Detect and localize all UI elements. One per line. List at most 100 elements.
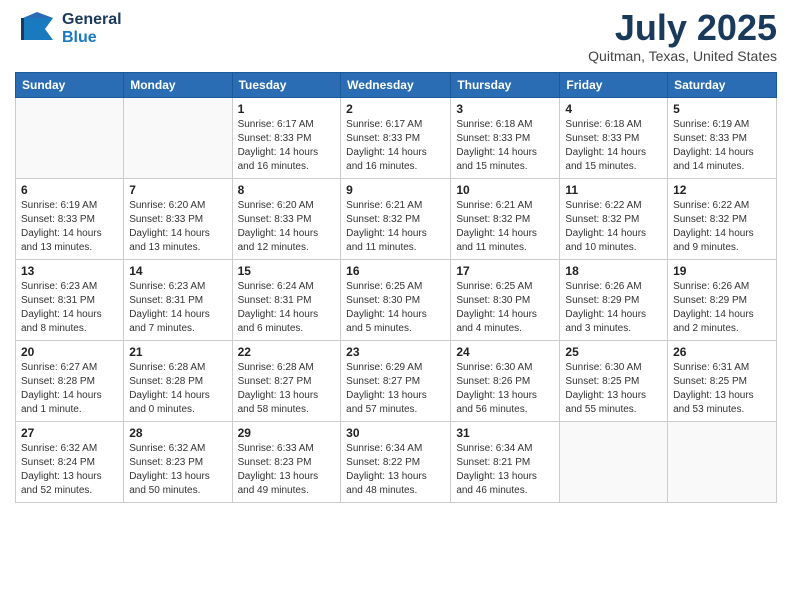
col-wednesday: Wednesday	[341, 73, 451, 98]
day-number: 18	[565, 264, 662, 278]
calendar-cell: 13 Sunrise: 6:23 AM Sunset: 8:31 PM Dayli…	[16, 260, 124, 341]
calendar-cell: 12 Sunrise: 6:22 AM Sunset: 8:32 PM Dayli…	[668, 179, 777, 260]
cell-info: Sunrise: 6:17 AM Sunset: 8:33 PM Dayligh…	[346, 118, 445, 174]
calendar-week-row: 13 Sunrise: 6:23 AM Sunset: 8:31 PM Dayli…	[16, 260, 777, 341]
calendar-cell	[560, 422, 668, 503]
cell-info: Sunrise: 6:26 AM Sunset: 8:29 PM Dayligh…	[673, 280, 771, 336]
cell-info: Sunrise: 6:29 AM Sunset: 8:27 PM Dayligh…	[346, 361, 445, 417]
col-sunday: Sunday	[16, 73, 124, 98]
cell-info: Sunrise: 6:20 AM Sunset: 8:33 PM Dayligh…	[238, 199, 336, 255]
logo-blue-text: Blue	[62, 29, 122, 47]
cell-info: Sunrise: 6:20 AM Sunset: 8:33 PM Dayligh…	[129, 199, 226, 255]
cell-info: Sunrise: 6:25 AM Sunset: 8:30 PM Dayligh…	[456, 280, 554, 336]
col-tuesday: Tuesday	[232, 73, 341, 98]
calendar-cell: 31 Sunrise: 6:34 AM Sunset: 8:21 PM Dayli…	[451, 422, 560, 503]
day-number: 25	[565, 345, 662, 359]
day-number: 24	[456, 345, 554, 359]
cell-info: Sunrise: 6:23 AM Sunset: 8:31 PM Dayligh…	[21, 280, 118, 336]
day-number: 4	[565, 102, 662, 116]
day-number: 3	[456, 102, 554, 116]
day-number: 29	[238, 426, 336, 440]
calendar-week-row: 6Sunrise: 6:19 AM Sunset: 8:33 PM Daylig…	[16, 179, 777, 260]
col-saturday: Saturday	[668, 73, 777, 98]
calendar-cell: 21Sunrise: 6:28 AM Sunset: 8:28 PM Dayli…	[124, 341, 232, 422]
day-number: 20	[21, 345, 118, 359]
calendar-week-row: 1 Sunrise: 6:17 AM Sunset: 8:33 PM Daylig…	[16, 98, 777, 179]
cell-info: Sunrise: 6:24 AM Sunset: 8:31 PM Dayligh…	[238, 280, 336, 336]
calendar-cell: 19 Sunrise: 6:26 AM Sunset: 8:29 PM Dayli…	[668, 260, 777, 341]
calendar-cell: 4 Sunrise: 6:18 AM Sunset: 8:33 PM Daylig…	[560, 98, 668, 179]
day-number: 15	[238, 264, 336, 278]
cell-info: Sunrise: 6:30 AM Sunset: 8:25 PM Dayligh…	[565, 361, 662, 417]
day-number: 27	[21, 426, 118, 440]
calendar-cell: 24 Sunrise: 6:30 AM Sunset: 8:26 PM Dayli…	[451, 341, 560, 422]
day-number: 7	[129, 183, 226, 197]
cell-info: Sunrise: 6:28 AM Sunset: 8:27 PM Dayligh…	[238, 361, 336, 417]
cell-info: Sunrise: 6:19 AM Sunset: 8:33 PM Dayligh…	[673, 118, 771, 174]
calendar-cell: 15 Sunrise: 6:24 AM Sunset: 8:31 PM Dayli…	[232, 260, 341, 341]
title-area: July 2025 Quitman, Texas, United States	[588, 10, 777, 64]
calendar-cell: 7 Sunrise: 6:20 AM Sunset: 8:33 PM Daylig…	[124, 179, 232, 260]
calendar-cell: 16Sunrise: 6:25 AM Sunset: 8:30 PM Dayli…	[341, 260, 451, 341]
calendar-cell: 25 Sunrise: 6:30 AM Sunset: 8:25 PM Dayli…	[560, 341, 668, 422]
day-number: 22	[238, 345, 336, 359]
day-number: 10	[456, 183, 554, 197]
cell-info: Sunrise: 6:25 AM Sunset: 8:30 PM Dayligh…	[346, 280, 445, 336]
day-number: 30	[346, 426, 445, 440]
cell-info: Sunrise: 6:33 AM Sunset: 8:23 PM Dayligh…	[238, 442, 336, 498]
cell-info: Sunrise: 6:23 AM Sunset: 8:31 PM Dayligh…	[129, 280, 226, 336]
calendar-cell: 14 Sunrise: 6:23 AM Sunset: 8:31 PM Dayli…	[124, 260, 232, 341]
day-number: 8	[238, 183, 336, 197]
calendar-cell: 2 Sunrise: 6:17 AM Sunset: 8:33 PM Daylig…	[341, 98, 451, 179]
calendar-cell: 23 Sunrise: 6:29 AM Sunset: 8:27 PM Dayli…	[341, 341, 451, 422]
calendar-cell: 30Sunrise: 6:34 AM Sunset: 8:22 PM Dayli…	[341, 422, 451, 503]
cell-info: Sunrise: 6:30 AM Sunset: 8:26 PM Dayligh…	[456, 361, 554, 417]
calendar-cell: 3 Sunrise: 6:18 AM Sunset: 8:33 PM Daylig…	[451, 98, 560, 179]
day-number: 13	[21, 264, 118, 278]
calendar-cell: 6Sunrise: 6:19 AM Sunset: 8:33 PM Daylig…	[16, 179, 124, 260]
cell-info: Sunrise: 6:21 AM Sunset: 8:32 PM Dayligh…	[346, 199, 445, 255]
calendar-cell: 11Sunrise: 6:22 AM Sunset: 8:32 PM Dayli…	[560, 179, 668, 260]
cell-info: Sunrise: 6:19 AM Sunset: 8:33 PM Dayligh…	[21, 199, 118, 255]
day-number: 14	[129, 264, 226, 278]
cell-info: Sunrise: 6:18 AM Sunset: 8:33 PM Dayligh…	[456, 118, 554, 174]
cell-info: Sunrise: 6:26 AM Sunset: 8:29 PM Dayligh…	[565, 280, 662, 336]
cell-info: Sunrise: 6:31 AM Sunset: 8:25 PM Dayligh…	[673, 361, 771, 417]
day-number: 21	[129, 345, 226, 359]
cell-info: Sunrise: 6:22 AM Sunset: 8:32 PM Dayligh…	[673, 199, 771, 255]
header: General Blue July 2025 Quitman, Texas, U…	[15, 10, 777, 64]
day-number: 9	[346, 183, 445, 197]
logo-label: General Blue	[62, 11, 122, 46]
calendar-cell: 10 Sunrise: 6:21 AM Sunset: 8:32 PM Dayli…	[451, 179, 560, 260]
cell-info: Sunrise: 6:32 AM Sunset: 8:24 PM Dayligh…	[21, 442, 118, 498]
calendar-cell: 8 Sunrise: 6:20 AM Sunset: 8:33 PM Daylig…	[232, 179, 341, 260]
calendar-body: 1 Sunrise: 6:17 AM Sunset: 8:33 PM Daylig…	[16, 98, 777, 503]
month-title: July 2025	[588, 10, 777, 46]
calendar-cell: 5 Sunrise: 6:19 AM Sunset: 8:33 PM Daylig…	[668, 98, 777, 179]
day-number: 28	[129, 426, 226, 440]
day-number: 1	[238, 102, 336, 116]
calendar-week-row: 27 Sunrise: 6:32 AM Sunset: 8:24 PM Dayli…	[16, 422, 777, 503]
cell-info: Sunrise: 6:17 AM Sunset: 8:33 PM Dayligh…	[238, 118, 336, 174]
location: Quitman, Texas, United States	[588, 48, 777, 64]
calendar-cell: 27 Sunrise: 6:32 AM Sunset: 8:24 PM Dayli…	[16, 422, 124, 503]
day-number: 12	[673, 183, 771, 197]
cell-info: Sunrise: 6:21 AM Sunset: 8:32 PM Dayligh…	[456, 199, 554, 255]
cell-info: Sunrise: 6:34 AM Sunset: 8:21 PM Dayligh…	[456, 442, 554, 498]
calendar-cell: 9 Sunrise: 6:21 AM Sunset: 8:32 PM Daylig…	[341, 179, 451, 260]
day-number: 31	[456, 426, 554, 440]
calendar-cell	[124, 98, 232, 179]
calendar-cell: 1 Sunrise: 6:17 AM Sunset: 8:33 PM Daylig…	[232, 98, 341, 179]
calendar-cell: 20Sunrise: 6:27 AM Sunset: 8:28 PM Dayli…	[16, 341, 124, 422]
cell-info: Sunrise: 6:18 AM Sunset: 8:33 PM Dayligh…	[565, 118, 662, 174]
day-number: 17	[456, 264, 554, 278]
day-number: 5	[673, 102, 771, 116]
calendar-cell: 26Sunrise: 6:31 AM Sunset: 8:25 PM Dayli…	[668, 341, 777, 422]
day-number: 2	[346, 102, 445, 116]
day-number: 23	[346, 345, 445, 359]
col-monday: Monday	[124, 73, 232, 98]
calendar-cell	[668, 422, 777, 503]
cell-info: Sunrise: 6:32 AM Sunset: 8:23 PM Dayligh…	[129, 442, 226, 498]
calendar-cell: 22 Sunrise: 6:28 AM Sunset: 8:27 PM Dayli…	[232, 341, 341, 422]
day-number: 19	[673, 264, 771, 278]
